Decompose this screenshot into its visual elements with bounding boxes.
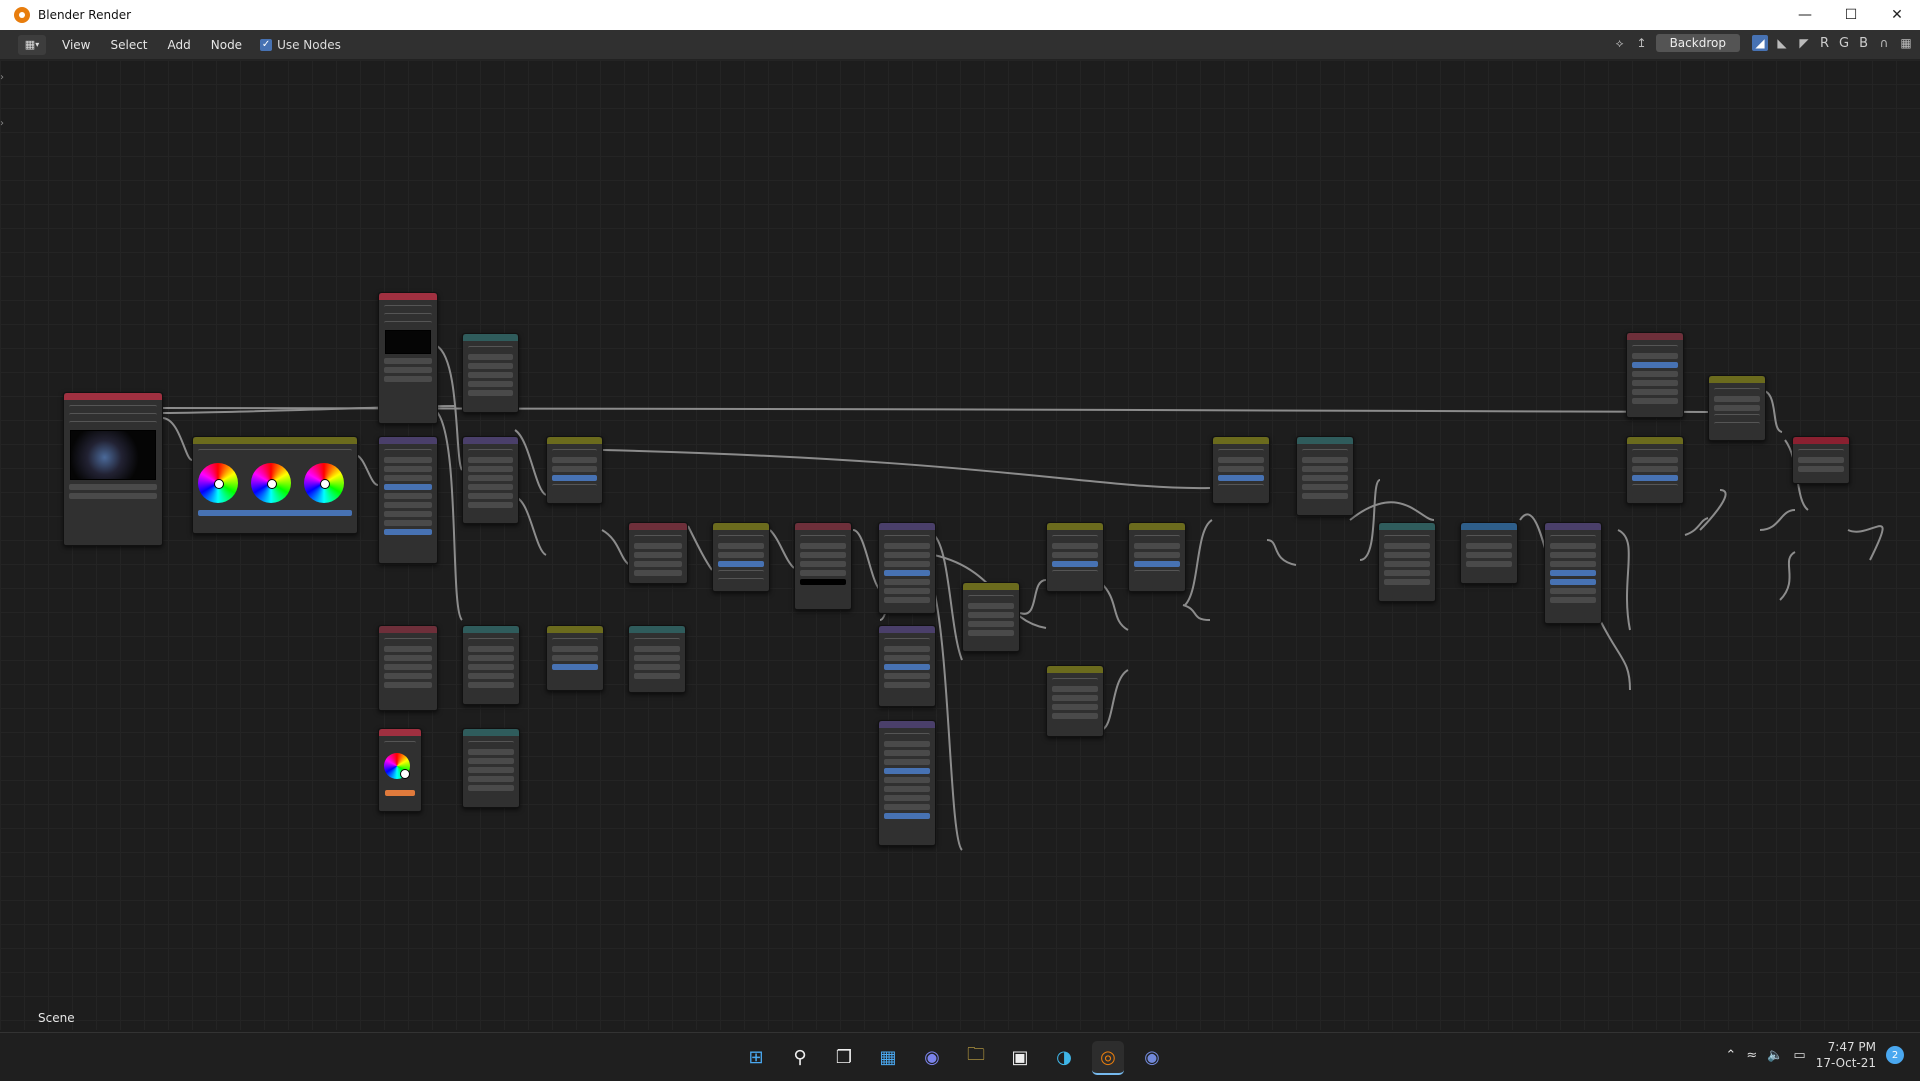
node-blur[interactable] [1544, 522, 1602, 624]
backdrop-button[interactable]: Backdrop [1655, 34, 1740, 52]
node-dispersion[interactable] [1296, 436, 1354, 516]
image-thumbnail [385, 330, 431, 354]
node-glare-ghosts[interactable] [878, 522, 936, 614]
blender-taskbar-icon[interactable]: ◎ [1092, 1041, 1124, 1075]
node-tonemap-1[interactable] [962, 582, 1020, 652]
node-mask-2[interactable] [378, 625, 438, 711]
rgb-color-swatch[interactable] [385, 790, 415, 796]
menu-select[interactable]: Select [106, 36, 151, 54]
clock-time: 7:47 PM [1827, 1040, 1876, 1054]
node-screen-2[interactable] [1128, 522, 1186, 592]
window-title: Blender Render [38, 8, 132, 22]
scene-label: Scene [38, 1011, 75, 1025]
node-editor-icon: ▦ [24, 38, 36, 51]
channel-r-button[interactable]: R [1818, 36, 1831, 51]
display-alpha-icon[interactable]: ◣ [1774, 35, 1790, 51]
channel-b-button[interactable]: B [1857, 36, 1870, 51]
node-canvas[interactable]: › › [0, 60, 1920, 1030]
rgb-color-wheel[interactable] [384, 753, 410, 779]
node-alpha-over-1[interactable] [546, 436, 603, 504]
clock[interactable]: 7:47 PM 17-Oct-21 [1816, 1039, 1876, 1071]
node-multiply[interactable] [1626, 436, 1684, 504]
lift-color-wheel[interactable] [198, 463, 238, 503]
snapping-magnet-icon[interactable]: ∩ [1876, 35, 1892, 51]
menu-node[interactable]: Node [207, 36, 246, 54]
node-chroma-key[interactable] [794, 522, 852, 610]
notification-badge[interactable]: 2 [1886, 1046, 1904, 1064]
parent-tree-icon[interactable]: ↥ [1634, 35, 1650, 51]
use-nodes-label: Use Nodes [277, 37, 341, 52]
tray-chevron-up-icon[interactable]: ⌃ [1725, 1048, 1736, 1063]
node-box-mask[interactable] [1626, 332, 1684, 418]
node-fog-glow[interactable] [462, 436, 519, 524]
blender-logo-icon [14, 7, 30, 23]
widgets-icon[interactable]: ▦ [872, 1041, 904, 1073]
edge-browser-icon[interactable]: ◑ [1048, 1041, 1080, 1073]
teams-chat-icon[interactable]: ◉ [916, 1041, 948, 1073]
node-editor-header: ▦ ▾ View Select Add Node ✓ Use Nodes ⟡ ↥ … [0, 30, 1920, 60]
gamma-color-wheel[interactable] [251, 463, 292, 503]
node-tonemap-2[interactable] [1046, 665, 1104, 737]
node-lens-distortion-1[interactable] [462, 625, 520, 705]
node-add[interactable] [546, 625, 604, 691]
display-channels-icon[interactable]: ◢ [1751, 35, 1768, 51]
node-translate[interactable] [628, 625, 686, 693]
menu-view[interactable]: View [58, 36, 94, 54]
node-mask-1[interactable] [628, 522, 688, 584]
render-preview [70, 430, 156, 480]
node-rgb[interactable] [378, 728, 422, 812]
editor-type-dropdown[interactable]: ▦ ▾ [18, 34, 46, 55]
task-view-icon[interactable]: ❐ [828, 1041, 860, 1073]
node-lens-distortion-3[interactable] [1378, 522, 1436, 602]
windows-start-icon[interactable]: ⊞ [740, 1041, 772, 1073]
menu-add[interactable]: Add [164, 36, 195, 54]
use-nodes-checkbox[interactable]: ✓ Use Nodes [260, 38, 341, 52]
display-color-icon[interactable]: ◤ [1796, 35, 1812, 51]
store-icon[interactable]: ▣ [1004, 1041, 1036, 1073]
battery-icon[interactable]: ▭ [1793, 1048, 1805, 1063]
checkmark-icon: ✓ [260, 38, 273, 51]
pin-icon[interactable]: ⟡ [1612, 35, 1628, 51]
node-glare-fog[interactable] [878, 625, 936, 707]
minimize-button[interactable]: — [1782, 0, 1828, 30]
title-bar: Blender Render — ☐ ✕ [0, 0, 1920, 30]
node-lens-distortion-2[interactable] [462, 728, 520, 808]
close-button[interactable]: ✕ [1874, 0, 1920, 30]
node-screen-3[interactable] [1212, 436, 1270, 504]
node-alpha-over-2[interactable] [712, 522, 770, 592]
node-color-balance[interactable] [192, 436, 358, 534]
node-greater-than[interactable] [1460, 522, 1518, 584]
node-glare-streaks-2[interactable] [878, 720, 936, 846]
file-explorer-icon[interactable]: 🗀 [960, 1041, 992, 1073]
gain-color-wheel[interactable] [304, 463, 345, 503]
node-render-layers[interactable] [63, 392, 163, 546]
windows-taskbar: ⊞ ⚲ ❐ ▦ ◉ 🗀 ▣ ◑ ◎ ◉ ⌃ ≈ 🔈 ▭ 7:47 PM 17-O… [0, 1032, 1920, 1081]
node-image[interactable] [378, 292, 438, 424]
node-composite-output[interactable] [1792, 436, 1850, 484]
node-screen-1[interactable] [1046, 522, 1104, 592]
clock-date: 17-Oct-21 [1815, 1056, 1876, 1070]
channel-g-button[interactable]: G [1837, 36, 1851, 51]
node-transform[interactable] [462, 333, 519, 413]
volume-icon[interactable]: 🔈 [1767, 1048, 1783, 1063]
discord-icon[interactable]: ◉ [1136, 1041, 1168, 1073]
wifi-icon[interactable]: ≈ [1746, 1048, 1757, 1063]
node-links [161, 345, 1884, 851]
snap-mode-icon[interactable]: ▦ [1898, 35, 1914, 51]
maximize-button[interactable]: ☐ [1828, 0, 1874, 30]
node-alpha-over-3[interactable] [1708, 375, 1766, 441]
search-icon[interactable]: ⚲ [784, 1041, 816, 1073]
node-streaks-glare[interactable] [378, 436, 438, 564]
